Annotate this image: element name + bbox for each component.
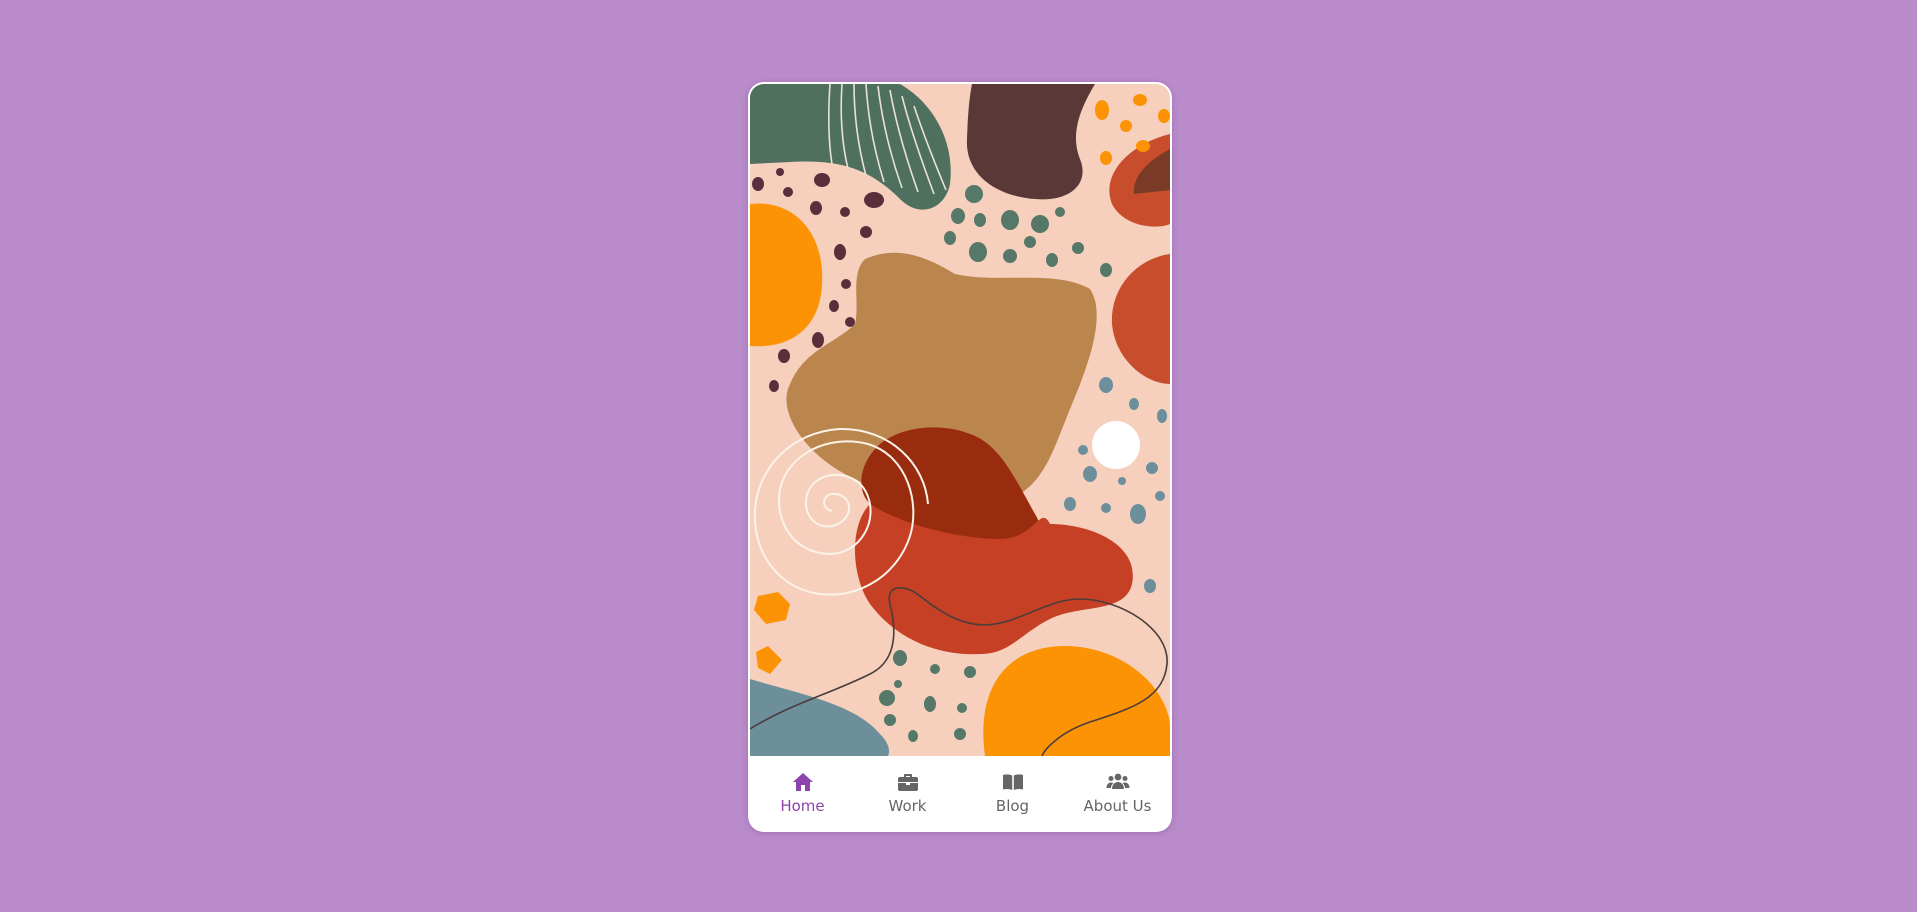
nav-item-home[interactable]: Home bbox=[750, 756, 855, 830]
nav-item-blog[interactable]: Blog bbox=[960, 756, 1065, 830]
mobile-frame: Home Work Blog About Us bbox=[748, 82, 1172, 832]
nav-item-work[interactable]: Work bbox=[855, 756, 960, 830]
hero-artwork bbox=[750, 84, 1170, 756]
nav-item-about-us[interactable]: About Us bbox=[1065, 756, 1170, 830]
nav-label-about-us: About Us bbox=[1083, 797, 1152, 815]
home-icon bbox=[791, 770, 815, 794]
bottom-navigation: Home Work Blog About Us bbox=[750, 756, 1170, 830]
book-icon bbox=[1001, 770, 1025, 794]
nav-label-home: Home bbox=[780, 797, 825, 815]
nav-label-work: Work bbox=[888, 797, 927, 815]
nav-label-blog: Blog bbox=[995, 797, 1030, 815]
briefcase-icon bbox=[896, 770, 920, 794]
users-icon bbox=[1106, 770, 1130, 794]
